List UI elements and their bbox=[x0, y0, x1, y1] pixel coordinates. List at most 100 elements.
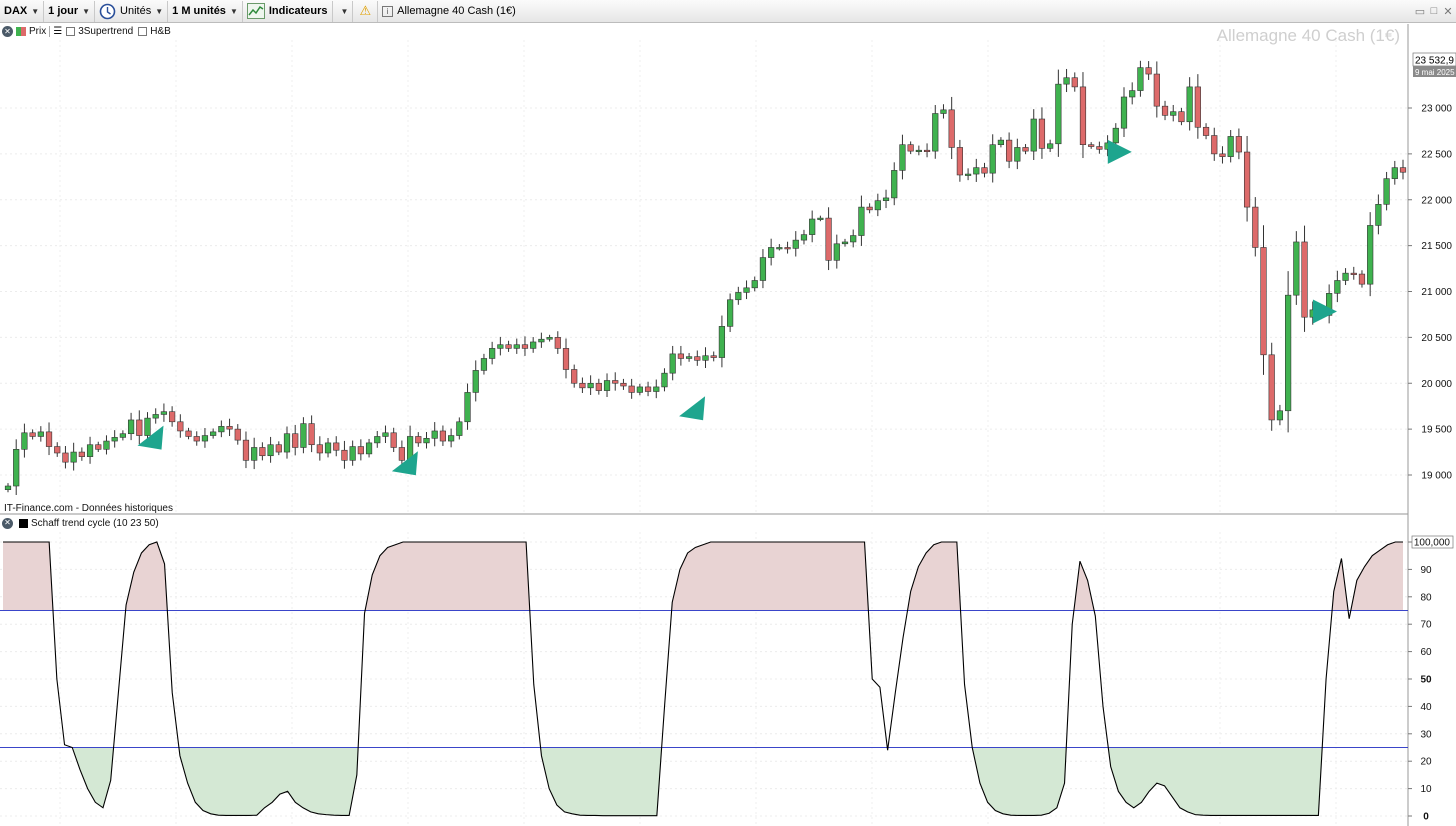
candle bbox=[768, 247, 775, 258]
candle bbox=[226, 426, 233, 430]
price-tick-label: 22 000 bbox=[1421, 195, 1452, 206]
candle bbox=[743, 287, 750, 293]
candle bbox=[1367, 225, 1374, 285]
candle bbox=[727, 299, 734, 327]
candle bbox=[571, 369, 578, 384]
candle bbox=[1137, 67, 1144, 91]
candle bbox=[193, 436, 200, 442]
candle bbox=[833, 243, 840, 261]
candle bbox=[300, 423, 307, 448]
candle bbox=[259, 447, 266, 457]
candle bbox=[341, 449, 348, 461]
stc-tick-label: 60 bbox=[1420, 647, 1432, 658]
candle bbox=[1334, 280, 1341, 294]
chart-canvas[interactable]: 23 00022 50022 00021 50021 00020 50020 0… bbox=[0, 0, 1456, 826]
candle bbox=[505, 344, 512, 349]
candle bbox=[292, 433, 299, 448]
candle bbox=[1112, 127, 1119, 144]
candle bbox=[111, 437, 118, 442]
candle bbox=[152, 414, 159, 419]
candle bbox=[841, 241, 849, 245]
price-tick-label: 22 500 bbox=[1421, 149, 1452, 160]
candle bbox=[1014, 147, 1021, 162]
candle bbox=[915, 149, 922, 153]
candle bbox=[899, 144, 906, 171]
candle bbox=[324, 442, 332, 454]
candle bbox=[1047, 143, 1054, 149]
price-tick-label: 19 500 bbox=[1421, 425, 1452, 436]
candle bbox=[1030, 118, 1037, 152]
indicator-legend-label[interactable]: Schaff trend cycle (10 23 50) bbox=[31, 518, 159, 529]
signal-arrow bbox=[1312, 299, 1337, 324]
stc-tick-label: 50 bbox=[1420, 675, 1432, 686]
candle bbox=[1276, 410, 1284, 421]
candle bbox=[1202, 126, 1210, 136]
candle bbox=[521, 344, 529, 349]
candle bbox=[694, 356, 701, 361]
last-price-date: 9 mai 2025 bbox=[1415, 68, 1455, 77]
indicator-legend: ✕ Schaff trend cycle (10 23 50) bbox=[2, 516, 159, 530]
candle bbox=[185, 430, 192, 437]
candle bbox=[628, 385, 635, 393]
candle bbox=[103, 440, 110, 450]
candle bbox=[1350, 272, 1357, 275]
candle bbox=[800, 234, 808, 241]
candle bbox=[210, 431, 217, 436]
candle bbox=[242, 439, 250, 461]
candle bbox=[390, 432, 397, 448]
candle bbox=[431, 430, 438, 439]
candle bbox=[1088, 144, 1095, 147]
candle bbox=[13, 449, 20, 487]
candle bbox=[595, 382, 602, 391]
candle bbox=[169, 411, 176, 423]
candle bbox=[480, 358, 488, 371]
candle bbox=[825, 217, 832, 261]
candle bbox=[472, 370, 479, 393]
candle bbox=[316, 444, 323, 454]
close-icon[interactable]: ✕ bbox=[2, 517, 13, 529]
candle bbox=[415, 436, 422, 444]
stc-tick-label: 10 bbox=[1420, 784, 1432, 795]
price-tick-label: 21 500 bbox=[1421, 241, 1452, 252]
candle bbox=[850, 235, 857, 243]
candle bbox=[78, 451, 85, 457]
candle bbox=[685, 356, 693, 359]
candle bbox=[1301, 241, 1308, 318]
price-axis: 23 000 22 500 22 000 21 500 21 000 20 500 20 0… bbox=[1408, 104, 1452, 482]
candle bbox=[1358, 273, 1366, 285]
candle bbox=[439, 430, 447, 442]
candle bbox=[981, 167, 988, 174]
candle bbox=[677, 353, 684, 359]
candle bbox=[382, 432, 389, 437]
candle bbox=[1219, 153, 1226, 157]
candle bbox=[882, 197, 890, 201]
candle bbox=[718, 326, 726, 358]
candle bbox=[489, 348, 496, 359]
candle bbox=[160, 411, 168, 415]
candle bbox=[1399, 167, 1407, 173]
stc-axis: 100,000 90 80 70 60 50 40 30 20 10 0 bbox=[1408, 535, 1454, 823]
candle bbox=[603, 380, 611, 391]
candle bbox=[710, 355, 717, 358]
candle bbox=[973, 167, 980, 175]
candle bbox=[546, 337, 553, 340]
candle bbox=[669, 353, 676, 374]
candle bbox=[776, 247, 783, 250]
candle bbox=[70, 451, 77, 463]
price-tick-label: 20 000 bbox=[1421, 379, 1452, 390]
candle bbox=[497, 344, 504, 349]
candle bbox=[62, 452, 69, 463]
stc-tick-label: 70 bbox=[1420, 620, 1432, 631]
candle bbox=[661, 372, 668, 388]
candle bbox=[448, 435, 455, 442]
candle bbox=[1186, 86, 1193, 123]
candle bbox=[1227, 136, 1234, 157]
candle bbox=[751, 280, 758, 289]
candle bbox=[612, 380, 619, 384]
candle bbox=[54, 446, 61, 454]
candle bbox=[735, 292, 742, 301]
candle bbox=[644, 386, 652, 392]
last-price-tag: 23 532,9 9 mai 2025 bbox=[1412, 52, 1456, 77]
candle bbox=[357, 446, 364, 455]
candle bbox=[817, 217, 824, 220]
